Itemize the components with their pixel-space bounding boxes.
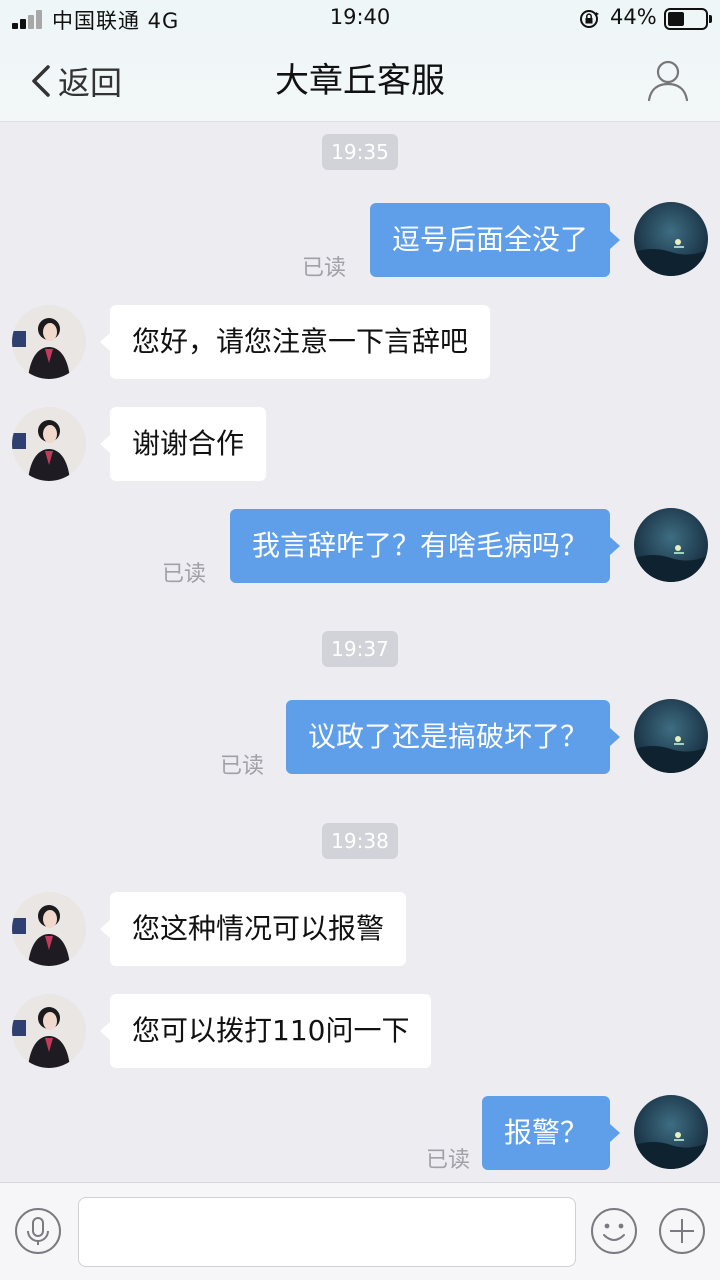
outgoing-message[interactable]: 议政了还是搞破坏了？ <box>285 700 621 774</box>
rotation-lock-icon <box>580 10 599 28</box>
agent-avatar[interactable] <box>12 994 86 1068</box>
chevron-left-icon <box>32 65 50 97</box>
my-avatar[interactable] <box>634 699 708 773</box>
microphone-icon[interactable] <box>14 1207 62 1255</box>
read-receipt: 已读 <box>219 754 264 779</box>
battery-icon <box>664 8 712 30</box>
my-avatar[interactable] <box>634 1095 708 1169</box>
incoming-message[interactable]: 您可以拨打110问一下 <box>99 994 432 1068</box>
outgoing-message[interactable]: 报警？ <box>481 1096 621 1170</box>
message-input[interactable] <box>78 1197 576 1267</box>
input-bar <box>0 1182 720 1280</box>
incoming-message[interactable]: 谢谢合作 <box>99 407 267 481</box>
person-icon[interactable] <box>646 58 690 102</box>
timestamp-chip: 19:37 <box>322 631 398 667</box>
nav-header: 中国联通 4G 19:40 44% 返回 大章丘客服 <box>0 0 720 122</box>
outgoing-message[interactable]: 逗号后面全没了 <box>369 203 621 277</box>
status-bar: 中国联通 4G 19:40 44% <box>0 0 720 38</box>
incoming-message[interactable]: 您这种情况可以报警 <box>99 892 407 966</box>
back-label: 返回 <box>58 64 123 102</box>
my-avatar[interactable] <box>634 202 708 276</box>
smiley-icon[interactable] <box>590 1207 638 1255</box>
page-title: 大章丘客服 <box>275 61 445 101</box>
my-avatar[interactable] <box>634 508 708 582</box>
read-receipt: 已读 <box>425 1148 470 1173</box>
agent-avatar[interactable] <box>12 892 86 966</box>
outgoing-message[interactable]: 我言辞咋了？有啥毛病吗？ <box>229 509 621 583</box>
incoming-message[interactable]: 您好，请您注意一下言辞吧 <box>99 305 491 379</box>
agent-avatar[interactable] <box>12 407 86 481</box>
plus-icon[interactable] <box>658 1207 706 1255</box>
battery-percent: 44% <box>610 5 657 29</box>
read-receipt: 已读 <box>301 256 346 281</box>
back-button[interactable]: 返回 <box>28 56 122 106</box>
timestamp-chip: 19:38 <box>322 823 398 859</box>
agent-avatar[interactable] <box>12 305 86 379</box>
read-receipt: 已读 <box>161 562 206 587</box>
timestamp-chip: 19:35 <box>322 134 398 170</box>
